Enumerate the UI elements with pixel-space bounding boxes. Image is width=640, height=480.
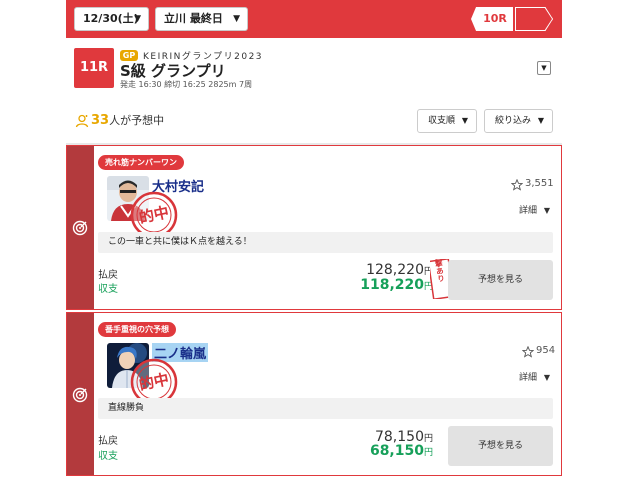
detail-label: 詳細 bbox=[519, 206, 538, 216]
prev-race-label: 10R bbox=[483, 12, 507, 25]
star-icon[interactable] bbox=[522, 346, 534, 358]
predictor-comment: この一車と共に僕はＫ点を越える！ bbox=[98, 232, 553, 253]
predictor-count-value: 33 bbox=[91, 113, 110, 128]
race-title: S級 グランプリ bbox=[120, 62, 226, 80]
race-nav: 10R bbox=[471, 7, 553, 31]
card-stripe bbox=[67, 146, 94, 309]
balance-amount: 118,220円 bbox=[360, 277, 433, 293]
sort-label: 収支順 bbox=[428, 116, 456, 126]
chevron-down-icon: ▼ bbox=[543, 373, 551, 382]
view-prediction-button[interactable]: 予想を見る bbox=[448, 260, 553, 300]
card-tag: 番手重視の穴予想 bbox=[98, 322, 176, 337]
date-select[interactable]: 12/30(土) ▼ bbox=[74, 7, 149, 31]
chevron-down-icon: ▼ bbox=[134, 14, 141, 24]
detail-toggle[interactable]: 詳細 ▼ bbox=[519, 370, 550, 383]
balance-label: 収支 bbox=[98, 284, 118, 295]
target-icon bbox=[72, 387, 88, 403]
chevron-down-icon: ▼ bbox=[543, 206, 551, 215]
venue-select[interactable]: 立川 最終日 ▼ bbox=[155, 7, 248, 31]
predictor-count: 33人が予想中 bbox=[91, 112, 164, 128]
prev-race-button[interactable]: 10R bbox=[471, 7, 513, 31]
card-tag: 売れ筋ナンバーワン bbox=[98, 155, 184, 170]
payout-label: 払戻 bbox=[98, 270, 118, 281]
chevron-down-icon: ▼ bbox=[537, 116, 544, 125]
predictor-count-suffix: 人が予想中 bbox=[109, 114, 165, 127]
payout-value: 128,220 bbox=[366, 262, 424, 278]
filter-button[interactable]: 絞り込み ▼ bbox=[484, 109, 553, 133]
star-icon[interactable] bbox=[511, 179, 523, 191]
favorite-count: 954 bbox=[536, 345, 556, 356]
target-icon bbox=[72, 220, 88, 236]
view-prediction-button[interactable]: 予想を見る bbox=[448, 426, 553, 466]
balance-value: 68,150 bbox=[369, 443, 424, 459]
sort-button[interactable]: 収支順 ▼ bbox=[417, 109, 477, 133]
header-bar: 12/30(土) ▼ 立川 最終日 ▼ 10R bbox=[66, 0, 562, 38]
venue-select-value: 立川 最終日 bbox=[164, 12, 223, 25]
predictor-comment: 直線勝負 bbox=[98, 398, 553, 419]
race-number-badge: 11R bbox=[74, 48, 114, 88]
filter-label: 絞り込み bbox=[495, 116, 532, 126]
next-race-button-fill bbox=[516, 8, 552, 30]
date-select-value: 12/30(土) bbox=[83, 12, 139, 25]
balance-amount: 68,150円 bbox=[370, 443, 433, 459]
balance-label: 収支 bbox=[98, 451, 118, 462]
chevron-down-icon: ▼ bbox=[233, 14, 240, 24]
race-meta: 発走 16:30 締切 16:25 2825m 7周 bbox=[120, 80, 253, 89]
yen-unit: 円 bbox=[423, 448, 433, 458]
card-stripe bbox=[67, 313, 94, 475]
chevron-down-icon: ▼ bbox=[461, 116, 468, 125]
favorite-count: 3,551 bbox=[525, 178, 554, 189]
prediction-card[interactable]: 売れ筋ナンバーワン 大村安記 的中 3,551 詳細 ▼ この一車と共に僕はＫ点… bbox=[66, 145, 562, 310]
person-icon bbox=[75, 114, 89, 128]
payout-amount: 128,220円 bbox=[366, 262, 433, 278]
balance-value: 118,220 bbox=[360, 277, 424, 293]
race-info-toggle[interactable]: ▼ bbox=[537, 61, 551, 75]
detail-toggle[interactable]: 詳細 ▼ bbox=[519, 203, 550, 216]
detail-label: 詳細 bbox=[519, 373, 538, 383]
payout-label: 払戻 bbox=[98, 436, 118, 447]
prediction-card[interactable]: 番手重視の穴予想 二ノ輪嵐 的中 954 詳細 ▼ 直線勝負 払戻 収支 78,… bbox=[66, 312, 562, 476]
